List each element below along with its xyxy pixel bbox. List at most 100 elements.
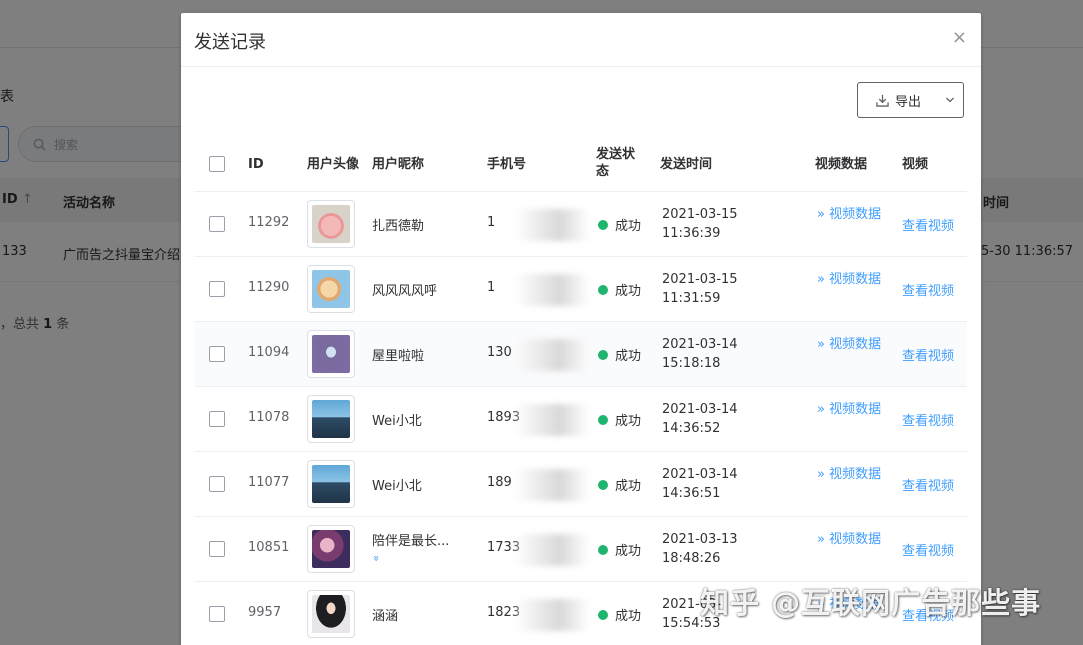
- row-nickname: 涵涵: [372, 609, 399, 624]
- view-video-link[interactable]: 查看视频: [902, 475, 954, 494]
- row-send-time: 2021-03-15 11:36:39: [662, 205, 738, 243]
- export-main-button[interactable]: 导出: [858, 83, 937, 117]
- row-status: 成功: [598, 540, 641, 559]
- table-row[interactable]: 10851 陪伴是最长... » 1733 成功 2021-03-13 18:48…: [195, 517, 967, 582]
- status-text: 成功: [615, 284, 642, 299]
- row-phone: 189: [487, 475, 512, 490]
- header-video: 视频: [902, 157, 929, 172]
- row-send-time: 2021-03-14 15:18:18: [662, 335, 738, 373]
- phone-redaction: [515, 209, 589, 241]
- view-video-link[interactable]: 查看视频: [902, 215, 954, 234]
- close-icon[interactable]: ×: [952, 27, 967, 49]
- row-checkbox[interactable]: [209, 541, 225, 557]
- select-all-checkbox[interactable]: [209, 156, 225, 172]
- watermark: 知乎 @互联网广告那些事: [700, 586, 1042, 620]
- send-clock: 14:36:51: [662, 486, 721, 501]
- row-nickname: Wei小北: [372, 414, 422, 429]
- video-data-link[interactable]: » 视频数据: [817, 530, 887, 549]
- header-video-data: 视频数据: [815, 157, 868, 172]
- send-clock: 15:18:18: [662, 356, 721, 371]
- success-dot-icon: [598, 349, 608, 360]
- table-header: ID 用户头像 用户昵称 手机号 发送状态 发送时间 视频数据 视频: [195, 135, 967, 192]
- header-send-time: 发送时间: [660, 157, 713, 172]
- row-send-time: 2021-03-14 14:36:51: [662, 465, 738, 503]
- view-video-link[interactable]: 查看视频: [902, 345, 954, 364]
- row-id: 11290: [248, 280, 290, 295]
- send-date: 2021-03-15: [662, 207, 738, 222]
- table-row[interactable]: 11094 屋里啦啦 130 成功 2021-03-14 15:18:18 » 视…: [195, 322, 967, 387]
- row-id: 9957: [248, 605, 282, 620]
- status-text: 成功: [615, 219, 642, 234]
- view-video-link[interactable]: 查看视频: [902, 410, 954, 429]
- export-button[interactable]: 导出: [857, 82, 964, 118]
- row-send-time: 2021-03-15 11:31:59: [662, 270, 738, 308]
- header-status: 发送状态: [596, 147, 636, 179]
- avatar: [307, 395, 355, 443]
- export-dropdown-toggle[interactable]: [937, 83, 963, 117]
- video-data-link[interactable]: » 视频数据: [817, 465, 887, 484]
- send-date: 2021-03-13: [662, 532, 738, 547]
- chevron-down-icon: [946, 97, 955, 103]
- status-text: 成功: [615, 544, 642, 559]
- row-nickname: 扎西德勒: [372, 219, 425, 234]
- send-clock: 14:36:52: [662, 421, 721, 436]
- row-nickname: 屋里啦啦: [372, 349, 425, 364]
- send-date: 2021-03-14: [662, 467, 738, 482]
- send-date: 2021-03-14: [662, 402, 738, 417]
- success-dot-icon: [598, 544, 608, 555]
- video-data-link[interactable]: » 视频数据: [817, 335, 887, 354]
- success-dot-icon: [598, 479, 608, 490]
- row-checkbox[interactable]: [209, 216, 225, 232]
- video-data-link[interactable]: » 视频数据: [817, 205, 887, 224]
- row-checkbox[interactable]: [209, 606, 225, 622]
- row-status: 成功: [598, 410, 641, 429]
- table-row[interactable]: 11077 Wei小北 189 成功 2021-03-14 14:36:51 » …: [195, 452, 967, 517]
- row-checkbox[interactable]: [209, 411, 225, 427]
- row-phone: 130: [487, 345, 512, 360]
- row-phone: 1: [487, 280, 496, 295]
- avatar: [307, 460, 355, 508]
- row-checkbox[interactable]: [209, 476, 225, 492]
- phone-redaction: [515, 339, 589, 371]
- success-dot-icon: [598, 284, 608, 295]
- row-checkbox[interactable]: [209, 281, 225, 297]
- row-id: 11292: [248, 215, 290, 230]
- video-data-link[interactable]: » 视频数据: [817, 400, 887, 419]
- status-text: 成功: [615, 349, 642, 364]
- send-records-dialog: 发送记录 × 导出 ID 用户头像 用户昵称 手机号 发送状态 发送时间 视频数…: [181, 13, 981, 645]
- avatar: [307, 265, 355, 313]
- export-label: 导出: [895, 94, 922, 110]
- table-row[interactable]: 11290 风风风风呼 1 成功 2021-03-15 11:31:59 » 视频…: [195, 257, 967, 322]
- header-phone: 手机号: [487, 157, 527, 172]
- row-id: 11077: [248, 475, 290, 490]
- status-text: 成功: [615, 609, 642, 624]
- status-text: 成功: [615, 479, 642, 494]
- success-dot-icon: [598, 219, 608, 230]
- avatar: [307, 525, 355, 573]
- expand-nickname-icon[interactable]: »: [370, 555, 383, 562]
- row-nickname: 风风风风呼: [372, 284, 438, 299]
- view-video-link[interactable]: 查看视频: [902, 540, 954, 559]
- table-row[interactable]: 11292 扎西德勒 1 成功 2021-03-15 11:36:39 » 视频数…: [195, 192, 967, 257]
- row-send-time: 2021-03-14 14:36:52: [662, 400, 738, 438]
- avatar: [307, 590, 355, 638]
- phone-redaction: [515, 534, 589, 566]
- row-status: 成功: [598, 280, 641, 299]
- row-checkbox[interactable]: [209, 346, 225, 362]
- row-status: 成功: [598, 475, 641, 494]
- table-row[interactable]: 11078 Wei小北 1893 成功 2021-03-14 14:36:52 »…: [195, 387, 967, 452]
- send-clock: 18:48:26: [662, 551, 721, 566]
- send-date: 2021-03-14: [662, 337, 738, 352]
- send-clock: 11:36:39: [662, 226, 721, 241]
- view-video-link[interactable]: 查看视频: [902, 280, 954, 299]
- header-avatar: 用户头像: [307, 157, 360, 172]
- row-status: 成功: [598, 605, 641, 624]
- video-data-link[interactable]: » 视频数据: [817, 270, 887, 289]
- row-nickname: Wei小北: [372, 479, 422, 494]
- header-id: ID: [248, 157, 264, 172]
- success-dot-icon: [598, 609, 608, 620]
- dialog-title: 发送记录: [194, 32, 266, 53]
- row-phone: 1: [487, 215, 496, 230]
- success-dot-icon: [598, 414, 608, 425]
- dialog-header: 发送记录 ×: [181, 13, 981, 67]
